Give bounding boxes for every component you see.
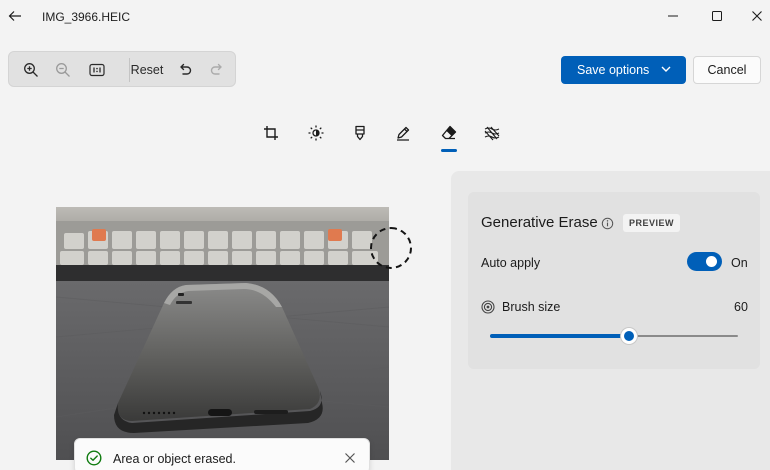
checkmark-circle-icon [86, 450, 102, 466]
undo-button[interactable] [173, 58, 197, 82]
cancel-button[interactable]: Cancel [693, 56, 761, 84]
close-window-button[interactable] [745, 5, 769, 27]
tab-markup[interactable] [392, 122, 414, 144]
photo-canvas[interactable] [56, 207, 389, 460]
tab-background[interactable] [481, 122, 503, 144]
info-icon[interactable] [601, 217, 614, 230]
toggle-knob [706, 256, 717, 267]
redo-icon [210, 63, 222, 75]
tab-filter[interactable] [349, 122, 371, 144]
tab-adjust[interactable] [305, 122, 327, 144]
maximize-button[interactable] [705, 5, 729, 27]
chevron-down-icon [661, 66, 671, 72]
background-icon [484, 126, 500, 141]
reset-label: Reset [130, 63, 164, 77]
brush-size-value: 60 [734, 300, 748, 314]
arrow-left-icon [8, 11, 21, 21]
window-title: IMG_3966.HEIC [42, 10, 131, 24]
zoom-in-button[interactable] [19, 58, 43, 82]
tab-crop[interactable] [260, 122, 282, 144]
slider-thumb[interactable] [620, 328, 637, 344]
tab-erase[interactable] [438, 122, 460, 144]
auto-apply-toggle[interactable] [687, 252, 722, 271]
zoom-out-icon [56, 63, 70, 77]
minimize-icon [668, 15, 678, 17]
title-bar: IMG_3966.HEIC [0, 0, 770, 34]
save-options-label: Save options [577, 63, 650, 77]
brush-size-icon [481, 300, 495, 314]
preview-badge: PREVIEW [623, 214, 681, 232]
save-options-button[interactable]: Save options [561, 56, 686, 84]
markup-pen-icon [397, 126, 410, 141]
zoom-in-icon [24, 63, 38, 77]
back-button[interactable] [4, 5, 26, 27]
zoom-out-button[interactable] [51, 58, 75, 82]
slider-fill [490, 334, 629, 338]
panel-title: Generative Erase [481, 214, 598, 231]
photo-image [56, 207, 389, 460]
auto-apply-label: Auto apply [481, 256, 541, 270]
toast-message: Area or object erased. [113, 452, 236, 466]
crop-icon [264, 126, 278, 140]
close-icon[interactable] [343, 451, 357, 465]
eraser-icon [441, 125, 457, 140]
maximize-icon [712, 11, 722, 21]
brush-size-label: Brush size [502, 300, 561, 314]
brush-size-slider[interactable] [490, 328, 738, 344]
close-icon [752, 11, 762, 21]
minimize-button[interactable] [661, 5, 685, 27]
brush-cursor [370, 227, 412, 269]
undo-icon [180, 63, 192, 75]
actual-size-icon [89, 63, 105, 77]
auto-apply-state: On [731, 256, 748, 270]
toast-notification: Area or object erased. [74, 438, 370, 470]
cancel-label: Cancel [707, 63, 747, 77]
zoom-toolbar: Reset [8, 51, 236, 87]
active-tab-indicator [441, 149, 457, 152]
actual-size-button[interactable] [85, 58, 109, 82]
brightness-icon [308, 125, 324, 141]
generative-erase-panel: Generative Erase PREVIEW Auto apply On B… [468, 192, 760, 369]
redo-button[interactable] [205, 58, 229, 82]
reset-button[interactable]: Reset [130, 58, 164, 82]
filter-icon [355, 125, 365, 141]
